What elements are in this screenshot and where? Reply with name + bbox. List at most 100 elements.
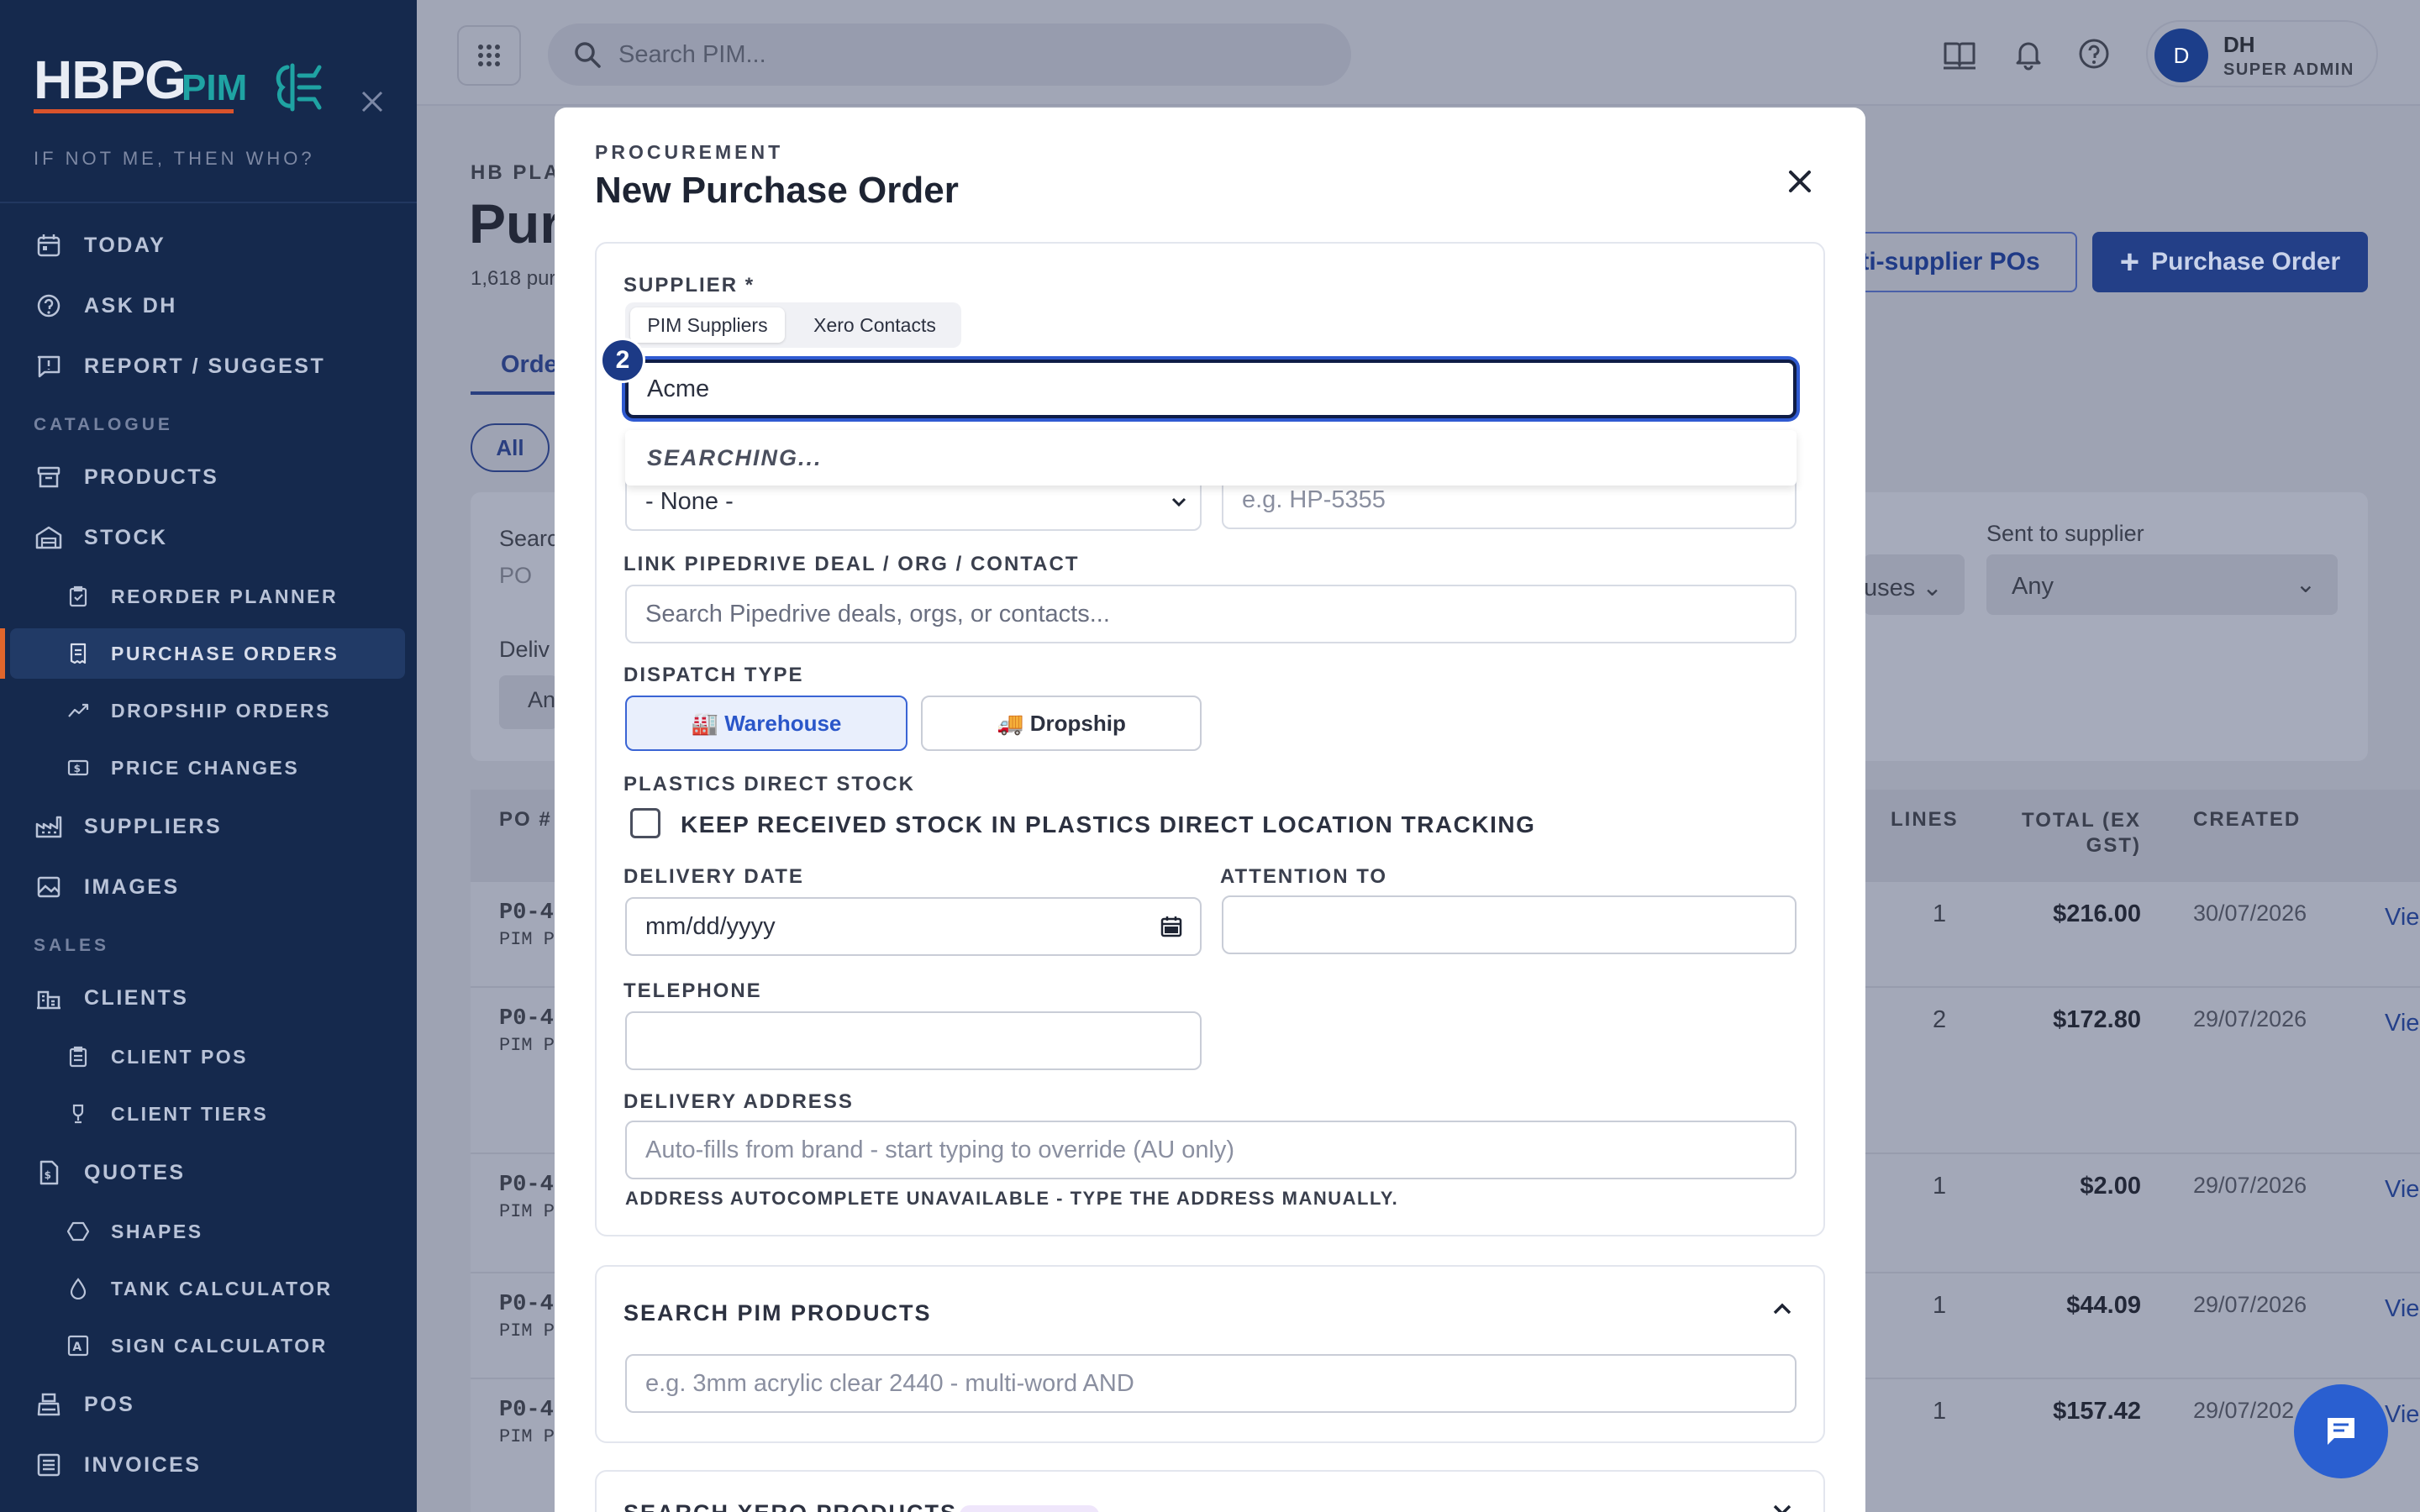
trophy-icon (66, 1101, 91, 1126)
close-modal-button[interactable] (1776, 158, 1823, 205)
chat-icon (2328, 1418, 2354, 1445)
sidebar-item-label: TODAY (84, 233, 166, 257)
sidebar-item-dropship-orders[interactable]: DROPSHIP ORDERS (0, 685, 417, 736)
address-hint: ADDRESS AUTOCOMPLETE UNAVAILABLE - TYPE … (625, 1188, 1399, 1209)
list-icon (34, 1450, 64, 1480)
button-label: Purchase Order (2151, 248, 2341, 276)
delivery-address-label: DELIVERY ADDRESS (623, 1090, 854, 1113)
po-source: PIM P (499, 1426, 555, 1447)
sidebar-item-clients[interactable]: CLIENTS (0, 973, 417, 1023)
sent-filter-select[interactable]: Any ⌄ (1986, 554, 2338, 615)
status-value: uses (1864, 575, 1916, 601)
plastics-direct-checkbox[interactable] (630, 808, 660, 838)
calendar-icon[interactable] (1160, 915, 1183, 938)
sidebar-item-suppliers[interactable]: SUPPLIERS (0, 801, 417, 852)
po-form-card: SUPPLIER * PIM Suppliers Xero Contacts A… (595, 242, 1825, 1236)
pipedrive-placeholder: Search Pipedrive deals, orgs, or contact… (645, 600, 1110, 627)
apps-grid-button[interactable] (457, 25, 521, 86)
plastics-direct-checkbox-label[interactable]: KEEP RECEIVED STOCK IN PLASTICS DIRECT L… (681, 811, 1535, 838)
sidebar-item-label: CLIENT TIERS (111, 1102, 269, 1125)
sidebar-item-products[interactable]: PRODUCTS (0, 452, 417, 502)
po-created: 29/07/2026 (2193, 1006, 2307, 1032)
chevron-up-icon[interactable] (1770, 1297, 1795, 1322)
chevron-down-icon[interactable] (1770, 1497, 1795, 1512)
reference-placeholder: e.g. HP-5355 (1242, 486, 1386, 513)
logo-sub-text: PIM (182, 67, 248, 108)
sidebar-item-quotes[interactable]: $ QUOTES (0, 1147, 417, 1198)
document-dollar-icon: $ (34, 1158, 64, 1188)
sidebar-item-label: CLIENT POS (111, 1045, 249, 1068)
sidebar-item-tank-calculator[interactable]: TANK CALCULATOR (0, 1263, 417, 1314)
po-total: $172.80 (2053, 1006, 2141, 1033)
status-filter-select[interactable]: uses ⌄ (1864, 554, 1965, 615)
grid-icon (478, 45, 500, 66)
chat-button[interactable] (2294, 1384, 2388, 1478)
search-filter-label: Searc (499, 526, 559, 551)
receipt-icon (66, 641, 91, 666)
sidebar-item-label: PRICE CHANGES (111, 756, 300, 779)
view-link[interactable]: Vie (2385, 904, 2419, 932)
search-pim-products-input[interactable]: e.g. 3mm acrylic clear 2440 - multi-word… (625, 1354, 1797, 1413)
plastics-direct-label: PLASTICS DIRECT STOCK (623, 773, 915, 795)
sidebar-item-shapes[interactable]: SHAPES (0, 1206, 417, 1257)
sidebar-item-report-suggest[interactable]: REPORT / SUGGEST (0, 341, 417, 391)
sidebar-item-client-tiers[interactable]: CLIENT TIERS (0, 1089, 417, 1139)
sidebar-item-label: TANK CALCULATOR (111, 1277, 333, 1299)
search-placeholder: Search PIM... (618, 40, 766, 68)
sidebar-item-client-pos[interactable]: CLIENT POS (0, 1032, 417, 1082)
svg-text:$: $ (74, 763, 83, 774)
col-lines: LINES (1891, 808, 1959, 831)
clipboard-icon (66, 584, 91, 609)
plus-icon: + (2119, 243, 2140, 281)
sidebar-item-price-changes[interactable]: $ PRICE CHANGES (0, 743, 417, 793)
col-created: CREATED (2193, 808, 2302, 831)
pipedrive-search-input[interactable]: Search Pipedrive deals, orgs, or contact… (625, 585, 1797, 643)
sidebar-item-reorder-planner[interactable]: REORDER PLANNER (0, 571, 417, 622)
close-sidebar-icon[interactable] (360, 89, 385, 114)
sidebar-item-today[interactable]: TODAY (0, 220, 417, 270)
dispatch-warehouse-button[interactable]: 🏭 Warehouse (625, 696, 908, 751)
view-link[interactable]: Vie (2385, 1401, 2419, 1429)
sidebar-item-stock[interactable]: STOCK (0, 512, 417, 563)
sidebar-item-invoices[interactable]: INVOICES (0, 1440, 417, 1490)
app-logo[interactable]: HBPG PIM (34, 49, 370, 116)
col-total: TOTAL (EX GST) (2021, 809, 2141, 857)
sidebar-item-label: PRODUCTS (84, 465, 219, 489)
sidebar-item-pos[interactable]: POS (0, 1379, 417, 1430)
view-link[interactable]: Vie (2385, 1010, 2419, 1037)
tab-xero-contacts[interactable]: Xero Contacts (793, 307, 956, 343)
supplier-source-tabs: PIM Suppliers Xero Contacts (625, 302, 961, 348)
po-source: PIM P (499, 929, 555, 950)
telephone-input[interactable] (625, 1011, 1202, 1070)
book-icon[interactable] (1943, 37, 1976, 71)
sidebar-item-purchase-orders[interactable]: PURCHASE ORDERS (10, 628, 405, 679)
sidebar-item-images[interactable]: IMAGES (0, 862, 417, 912)
sidebar-divider (0, 202, 417, 203)
help-icon[interactable] (2077, 37, 2111, 71)
sidebar-item-sign-calculator[interactable]: A SIGN CALCULATOR (0, 1320, 417, 1371)
search-pim-products-label[interactable]: SEARCH PIM PRODUCTS (623, 1300, 932, 1326)
filter-all-chip[interactable]: All (471, 423, 550, 472)
view-link[interactable]: Vie (2385, 1295, 2419, 1323)
page-title: Pur (469, 192, 562, 255)
tab-orders[interactable]: Orde (501, 351, 558, 379)
po-source: PIM P (499, 1320, 555, 1341)
search-filter-input[interactable]: PO (499, 563, 532, 589)
attention-to-input[interactable] (1222, 895, 1797, 954)
view-link[interactable]: Vie (2385, 1176, 2419, 1204)
dispatch-dropship-button[interactable]: 🚚 Dropship (921, 696, 1202, 751)
delivery-filter-select[interactable]: An (499, 675, 558, 729)
po-total: $44.09 (2066, 1292, 2141, 1319)
new-purchase-order-button[interactable]: + Purchase Order (2092, 232, 2368, 292)
global-search-input[interactable]: Search PIM... (548, 24, 1351, 86)
sidebar-item-ask-dh[interactable]: ASK DH (0, 281, 417, 331)
supplier-search-input[interactable]: Acme (625, 360, 1797, 418)
search-xero-products-label[interactable]: SEARCH XERO PRODUCTS (623, 1500, 957, 1512)
sidebar-item-label: CLIENTS (84, 985, 189, 1010)
user-menu[interactable]: D DH SUPER ADMIN (2146, 20, 2378, 87)
delivery-date-input[interactable]: mm/dd/yyyy (625, 897, 1202, 956)
tab-pim-suppliers[interactable]: PIM Suppliers (630, 307, 785, 343)
bell-icon[interactable] (2012, 37, 2045, 71)
multi-supplier-button[interactable]: lti-supplier POs (1852, 232, 2077, 292)
delivery-address-input[interactable]: Auto-fills from brand - start typing to … (625, 1121, 1797, 1179)
